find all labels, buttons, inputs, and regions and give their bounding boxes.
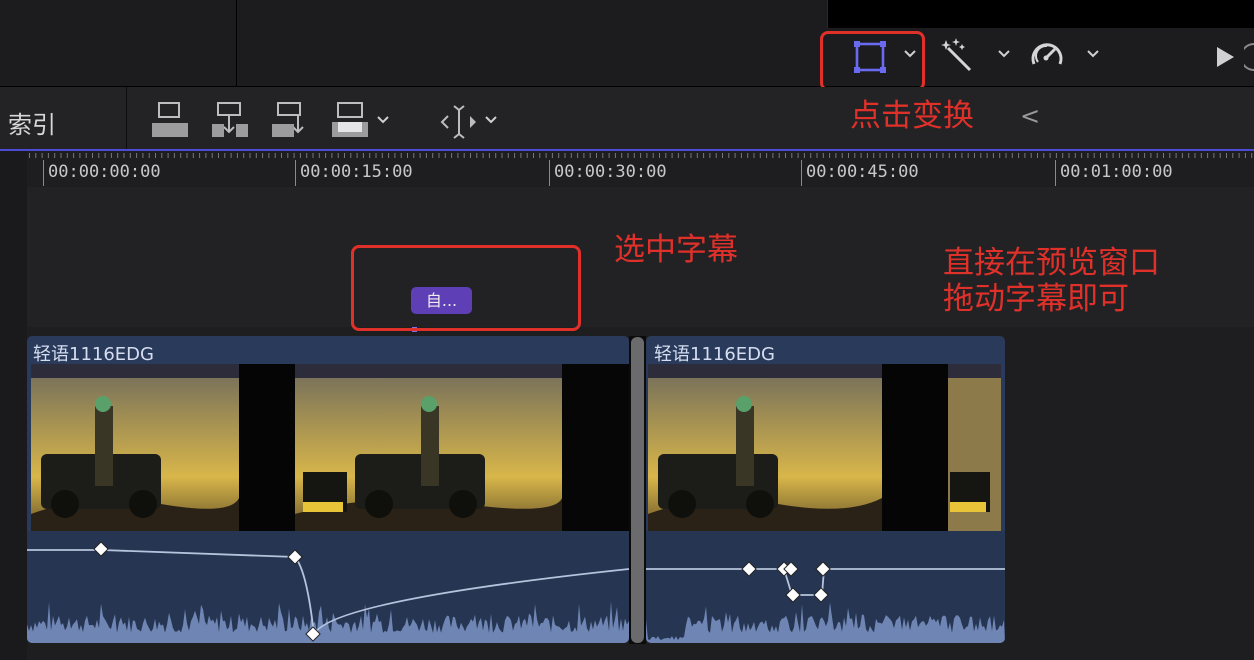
connect-button[interactable]	[150, 100, 190, 140]
select-subtitle-annotation: 选中字幕	[614, 232, 738, 268]
trim-tool-icon	[440, 105, 476, 139]
transform-highlight-box	[820, 31, 925, 91]
next-control-partial[interactable]	[1240, 42, 1254, 72]
play-icon	[1217, 47, 1234, 67]
retime-menu-chevron[interactable]	[1085, 46, 1101, 65]
clip-thumbnail	[31, 364, 239, 552]
overwrite-button[interactable]	[330, 100, 370, 140]
chevron-down-icon	[998, 50, 1010, 58]
viewer-preview-strip	[827, 0, 1254, 28]
ruler-tick-label: 00:00:30:00	[554, 162, 667, 182]
audio-waveform	[27, 531, 629, 643]
ruler-tick-label: 00:01:00:00	[1060, 162, 1173, 182]
clip-thumbnail	[562, 364, 629, 552]
edit-mode-chevron[interactable]	[375, 112, 391, 131]
video-clip[interactable]: 轻语1116EDG	[646, 336, 1005, 643]
clip-thumbnail	[948, 364, 1001, 552]
chevron-down-icon	[485, 116, 497, 124]
ruler-tick-label: 00:00:00:00	[48, 162, 161, 182]
connect-clip-icon	[152, 102, 188, 137]
viewer-center-panel	[237, 0, 827, 86]
title-highlight-box	[351, 245, 581, 331]
drag-annotation-line1: 直接在预览窗口	[943, 245, 1160, 281]
insert-button[interactable]	[210, 100, 250, 140]
viewer-left-panel	[0, 0, 237, 86]
retime-button[interactable]	[1027, 36, 1067, 76]
transform-annotation: 点击变换	[850, 98, 974, 134]
toolbar-separator	[126, 87, 127, 149]
chevron-down-icon	[377, 116, 389, 124]
back-chevron[interactable]: <	[1020, 102, 1040, 130]
clip-name: 轻语1116EDG	[33, 344, 154, 365]
append-clip-icon	[272, 102, 304, 137]
overwrite-clip-icon	[332, 102, 368, 137]
drag-annotation-line2: 拖动字幕即可	[943, 281, 1129, 317]
edit-point-handle[interactable]	[631, 337, 644, 643]
magic-wand-icon	[941, 38, 972, 72]
video-clip[interactable]: 轻语1116EDG	[27, 336, 629, 643]
clip-thumbnail	[882, 364, 948, 552]
tools-menu-chevron[interactable]	[483, 112, 499, 131]
trim-tool-button[interactable]	[438, 102, 480, 142]
ruler-tick-label: 00:00:45:00	[806, 162, 919, 182]
index-button[interactable]: 索引	[8, 105, 56, 140]
clip-thumbnail	[295, 364, 562, 552]
ruler-tick-label: 00:00:15:00	[300, 162, 413, 182]
play-button[interactable]	[1212, 44, 1238, 70]
clip-thumbnail	[648, 364, 882, 552]
chevron-down-icon	[1087, 50, 1099, 58]
speedometer-icon	[1031, 43, 1063, 65]
insert-clip-icon	[212, 102, 248, 137]
audio-waveform	[646, 531, 1005, 643]
timeline-gutter	[0, 151, 27, 660]
append-button[interactable]	[270, 100, 310, 140]
clip-thumbnail	[239, 364, 295, 552]
clip-name: 轻语1116EDG	[654, 344, 775, 365]
enhance-button[interactable]	[938, 36, 978, 76]
enhance-menu-chevron[interactable]	[996, 46, 1012, 65]
